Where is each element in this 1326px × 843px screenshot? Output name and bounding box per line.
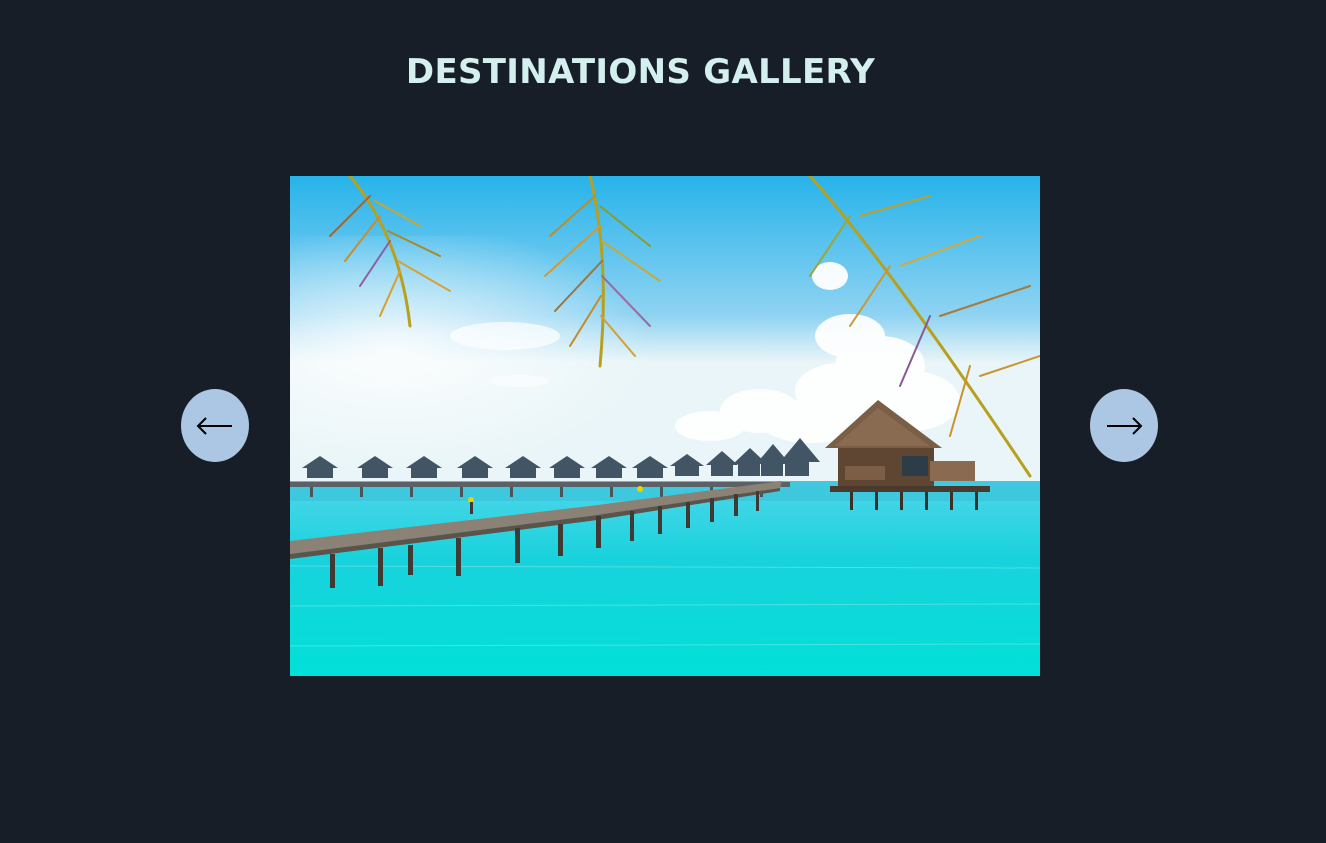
gallery-image — [290, 176, 1040, 676]
gallery-title: DESTINATIONS GALLERY — [405, 52, 876, 92]
next-button[interactable] — [1090, 389, 1158, 462]
previous-button[interactable] — [181, 389, 249, 462]
arrow-left-icon — [196, 416, 232, 435]
arrow-right-icon — [1107, 416, 1143, 435]
